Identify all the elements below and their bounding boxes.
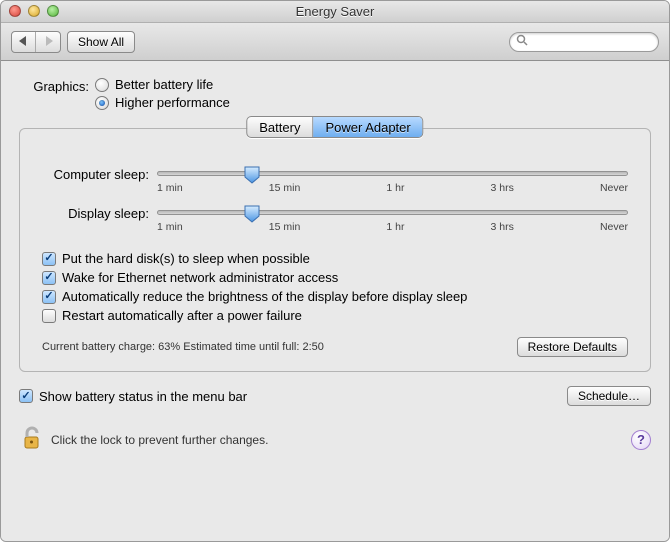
computer-sleep-slider[interactable] (157, 171, 628, 176)
checkbox-label: Put the hard disk(s) to sleep when possi… (62, 251, 310, 266)
graphics-option-battery-life[interactable]: Better battery life (95, 77, 230, 92)
display-sleep-label: Display sleep: (42, 206, 157, 221)
slider-thumb[interactable] (244, 166, 260, 184)
power-source-tabs[interactable]: Battery Power Adapter (246, 116, 423, 138)
check-restart-power-failure[interactable]: Restart automatically after a power fail… (42, 308, 628, 323)
check-wake-ethernet[interactable]: Wake for Ethernet network administrator … (42, 270, 628, 285)
zoom-button[interactable] (47, 5, 59, 17)
tab-battery[interactable]: Battery (247, 117, 313, 137)
schedule-button[interactable]: Schedule… (567, 386, 651, 406)
search-field[interactable] (509, 32, 659, 52)
checkbox-icon (42, 271, 56, 285)
window-title: Energy Saver (1, 4, 669, 19)
restore-defaults-button[interactable]: Restore Defaults (517, 337, 628, 357)
settings-group: Battery Power Adapter Computer sleep: 1 … (19, 128, 651, 372)
check-auto-dim[interactable]: Automatically reduce the brightness of t… (42, 289, 628, 304)
check-show-menu-bar[interactable]: Show battery status in the menu bar (19, 389, 247, 404)
battery-status-text: Current battery charge: 63% Estimated ti… (42, 341, 324, 353)
graphics-option-higher-performance[interactable]: Higher performance (95, 95, 230, 110)
checkbox-icon (42, 290, 56, 304)
chevron-left-icon (19, 34, 28, 49)
back-button[interactable] (12, 32, 36, 52)
checkbox-label: Restart automatically after a power fail… (62, 308, 302, 323)
radio-icon (95, 96, 109, 110)
radio-label: Higher performance (115, 95, 230, 110)
search-input[interactable] (528, 34, 652, 50)
checkbox-icon (19, 389, 33, 403)
graphics-label: Graphics: (19, 77, 89, 94)
checkbox-label: Show battery status in the menu bar (39, 389, 247, 404)
checkbox-label: Wake for Ethernet network administrator … (62, 270, 338, 285)
minimize-button[interactable] (28, 5, 40, 17)
chevron-right-icon (44, 34, 53, 49)
show-all-button[interactable]: Show All (67, 31, 135, 53)
check-hd-sleep[interactable]: Put the hard disk(s) to sleep when possi… (42, 251, 628, 266)
checkbox-icon (42, 252, 56, 266)
help-button[interactable]: ? (631, 430, 651, 450)
checkbox-icon (42, 309, 56, 323)
checkbox-label: Automatically reduce the brightness of t… (62, 289, 467, 304)
lock-text: Click the lock to prevent further change… (51, 433, 268, 447)
slider-thumb[interactable] (244, 205, 260, 223)
tab-power-adapter[interactable]: Power Adapter (313, 117, 422, 137)
slider-ticks: 1 min 15 min 1 hr 3 hrs Never (157, 221, 628, 233)
computer-sleep-label: Computer sleep: (42, 167, 157, 182)
lock-icon[interactable] (19, 424, 43, 455)
radio-label: Better battery life (115, 77, 213, 92)
display-sleep-slider[interactable] (157, 210, 628, 215)
slider-ticks: 1 min 15 min 1 hr 3 hrs Never (157, 182, 628, 194)
nav-back-forward[interactable] (11, 31, 61, 53)
forward-button[interactable] (36, 32, 60, 52)
close-button[interactable] (9, 5, 21, 17)
radio-icon (95, 78, 109, 92)
search-icon (516, 34, 528, 49)
